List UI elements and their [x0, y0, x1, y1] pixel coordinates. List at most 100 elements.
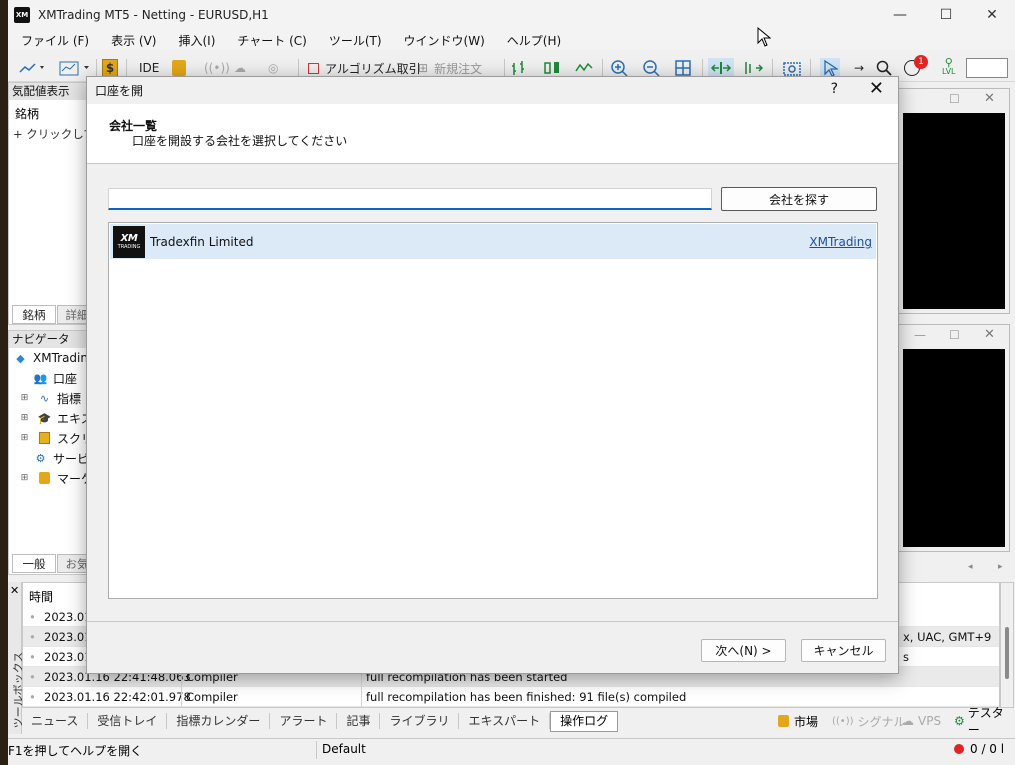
service-gear-icon: ⚙: [35, 451, 46, 465]
tab-library[interactable]: ライブラリ: [380, 713, 460, 729]
table-row[interactable]: • 2023.01.16 22:42:01.978 Compiler full r…: [23, 687, 999, 707]
toolbar-search-input[interactable]: [966, 58, 1008, 78]
tab-symbols[interactable]: 銘柄: [12, 305, 56, 324]
bar-chart-icon[interactable]: [510, 58, 528, 78]
menu-tools[interactable]: ツール(T): [318, 32, 393, 49]
navigator-item-label: 口座: [53, 371, 78, 386]
dialog-subheading: 口座を開設する会社を選択してください: [132, 134, 348, 148]
find-company-button[interactable]: 会社を探す: [721, 187, 877, 211]
expand-icon: ⊞: [20, 433, 29, 443]
cancel-button[interactable]: キャンセル: [801, 639, 886, 662]
window-title: XMTrading MT5 - Netting - EURUSD,H1: [38, 8, 269, 22]
radar-icon[interactable]: ◎: [268, 58, 278, 78]
expand-icon: ⊞: [20, 473, 29, 483]
graduation-cap-icon: 🎓: [37, 411, 52, 425]
chart-window-2[interactable]: — ☐ ✕: [898, 324, 1010, 552]
tab-general[interactable]: 一般: [12, 554, 56, 573]
tab-news[interactable]: ニュース: [22, 713, 89, 729]
navigator-item-label: サービ: [53, 451, 90, 466]
open-account-dialog: 口座を開 ? ✕ 会社一覧 口座を開設する会社を選択してください 会社を探す X…: [86, 76, 899, 674]
chart-type-dropdown[interactable]: [18, 58, 48, 78]
stop-icon: [308, 62, 319, 74]
scroll-right-icon[interactable]: ▸: [998, 562, 1003, 572]
vps-label: VPS: [918, 714, 942, 728]
tab-alerts[interactable]: アラート: [270, 713, 338, 729]
chart-canvas[interactable]: [903, 349, 1005, 547]
status-profile[interactable]: Default: [322, 742, 366, 756]
menu-file[interactable]: ファイル (F): [10, 32, 100, 49]
cloud-icon[interactable]: ☁: [234, 58, 246, 78]
crosshair-line-icon[interactable]: →: [854, 58, 864, 78]
signals-tab[interactable]: ((•)) シグナル: [832, 713, 906, 730]
level-icon[interactable]: ⚲ LVL: [942, 57, 956, 78]
line-chart-mode-icon[interactable]: [574, 58, 594, 78]
signal-icon[interactable]: ((•)): [204, 58, 230, 78]
navigator-root-label: XMTradin: [33, 351, 88, 365]
toolbox-vertical-tab[interactable]: ✕ ツールボックス: [8, 582, 25, 734]
plus-icon: ⊞: [418, 61, 429, 75]
menu-window[interactable]: ウインドウ(W): [393, 32, 496, 49]
connection-status[interactable]: 0 / 0 l: [954, 742, 1004, 756]
dialog-close-button[interactable]: ✕: [869, 78, 884, 99]
scroll-left-icon[interactable]: ◂: [968, 562, 973, 572]
new-order-label: 新規注文: [434, 61, 483, 76]
signals-label: シグナル: [857, 714, 906, 729]
mouse-cursor-icon: [757, 26, 772, 50]
tab-experts[interactable]: エキスパート: [459, 713, 551, 729]
menu-chart[interactable]: チャート (C): [226, 32, 317, 49]
navigator-item-services[interactable]: ⚙ サービ: [33, 448, 89, 468]
search-icon[interactable]: [876, 58, 892, 78]
close-window-button[interactable]: ✕: [969, 0, 1015, 30]
auto-scroll-icon[interactable]: [708, 58, 734, 78]
connection-status-text: 0 / 0 l: [970, 742, 1005, 756]
minimize-button[interactable]: —: [877, 0, 923, 30]
new-order-button[interactable]: ⊞ 新規注文: [418, 58, 482, 78]
navigator-item-indicators[interactable]: ⊞ ∿ 指標: [17, 388, 81, 408]
cursor-icon[interactable]: [820, 58, 840, 78]
time-column-header: 時間: [29, 590, 54, 604]
tab-inbox[interactable]: 受信トレイ: [88, 713, 168, 729]
dollar-icon[interactable]: $: [102, 58, 118, 78]
algo-trading-button[interactable]: アルゴリズム取引: [308, 58, 421, 78]
next-button[interactable]: 次へ(N) >: [701, 639, 786, 662]
vps-tab[interactable]: ☁ VPS: [902, 714, 941, 728]
help-button[interactable]: ?: [831, 81, 838, 97]
notifications-icon[interactable]: 1: [904, 55, 928, 78]
market-bag-icon[interactable]: [172, 58, 186, 78]
navigator-item-accounts[interactable]: 👥 口座: [33, 368, 77, 388]
company-search-input[interactable]: [108, 188, 712, 210]
chart-close-icon[interactable]: ✕: [984, 327, 995, 342]
zoom-out-icon[interactable]: [642, 58, 660, 78]
xm-logo-icon: XM TRADING: [113, 226, 145, 258]
chart-shift-icon[interactable]: [742, 58, 764, 78]
tester-tab[interactable]: ⚙ テスター: [954, 704, 1007, 738]
ide-button[interactable]: IDE: [139, 58, 159, 78]
chart-close-icon[interactable]: ✕: [984, 91, 995, 106]
menu-help[interactable]: ヘルプ(H): [496, 32, 572, 49]
toolbox-close-icon[interactable]: ✕: [10, 584, 19, 597]
company-link[interactable]: XMTrading: [809, 235, 872, 249]
toolbox-tabs: ニュース 受信トレイ 指標カレンダー アラート 記事 ライブラリ エキスパート …: [22, 706, 1007, 737]
tab-calendar[interactable]: 指標カレンダー: [167, 713, 271, 729]
navigator-item-market[interactable]: ⊞ マーケ: [17, 468, 93, 488]
market-tab[interactable]: 市場: [778, 713, 818, 730]
candlestick-icon[interactable]: [542, 58, 562, 78]
tab-articles[interactable]: 記事: [337, 713, 381, 729]
tile-windows-icon[interactable]: [674, 58, 692, 78]
screenshot-icon[interactable]: [782, 58, 802, 78]
company-name: Tradexfin Limited: [150, 235, 254, 249]
navigator-root[interactable]: ◆ XMTradin: [13, 348, 88, 368]
maximize-button[interactable]: ☐: [923, 0, 969, 30]
zoom-in-icon[interactable]: [610, 58, 628, 78]
market-bag-icon: [778, 715, 789, 727]
menu-view[interactable]: 表示 (V): [100, 32, 167, 49]
indicator-icon: ∿: [39, 391, 50, 405]
chart-window-1[interactable]: ☐ ✕: [898, 88, 1010, 314]
indicators-dropdown[interactable]: [58, 58, 92, 78]
script-icon: [37, 431, 52, 446]
chart-canvas[interactable]: [903, 113, 1005, 309]
list-item[interactable]: XM TRADING Tradexfin Limited XMTrading: [110, 224, 876, 259]
tab-journal[interactable]: 操作ログ: [550, 710, 619, 732]
journal-scrollbar[interactable]: [1000, 582, 1014, 708]
menu-insert[interactable]: 挿入(I): [167, 32, 226, 49]
